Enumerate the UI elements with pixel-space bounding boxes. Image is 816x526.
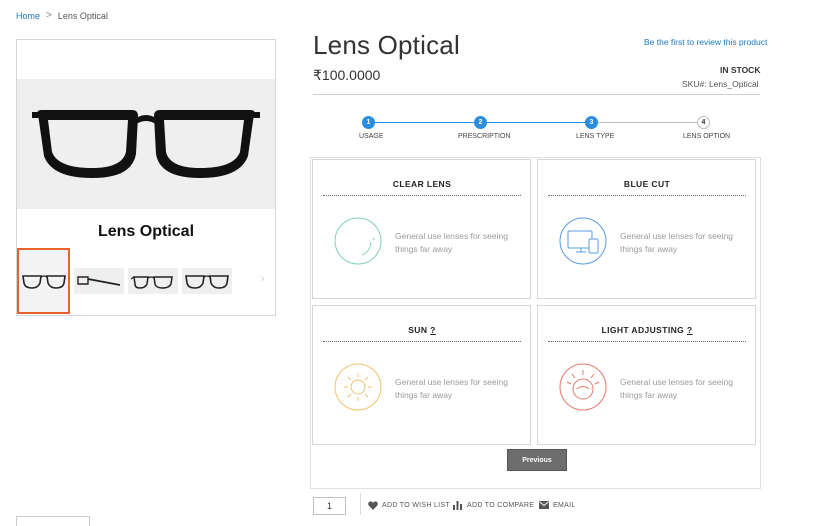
breadcrumb-separator: > <box>46 10 52 21</box>
option-card-sun[interactable]: SUN ? General use lenses for seeing thin… <box>312 305 531 445</box>
bottom-panel-edge <box>16 516 90 526</box>
step-line-remaining <box>592 122 704 123</box>
option-description: General use lenses for seeing things far… <box>620 377 733 400</box>
option-divider <box>323 341 521 342</box>
option-description: General use lenses for seeing things far… <box>395 377 508 400</box>
thumbnail-angle[interactable] <box>128 268 178 294</box>
compare-label: ADD TO COMPARE <box>467 502 535 509</box>
add-to-compare-link[interactable]: ADD TO COMPARE <box>453 501 534 510</box>
lens-progress-steps: 1 2 3 4 USAGE PRESCRIPTION LENS TYPE LEN… <box>313 112 760 147</box>
step-4-dot[interactable]: 4 <box>697 116 710 129</box>
step-3-label: LENS TYPE <box>576 133 615 140</box>
thumbnail-strip <box>17 248 232 314</box>
option-card-blue-cut[interactable]: BLUE CUT General use lenses for seeing t… <box>537 159 756 299</box>
option-divider <box>323 195 521 196</box>
option-description: General use lenses for seeing things far… <box>395 231 508 254</box>
option-title: CLEAR LENS <box>392 179 452 189</box>
wishlist-label: ADD TO WISH LIST <box>382 502 450 509</box>
option-description: General use lenses for seeing things far… <box>620 231 733 254</box>
step-3-dot[interactable]: 3 <box>585 116 598 129</box>
envelope-icon <box>539 501 549 509</box>
compare-chart-icon <box>453 501 462 510</box>
main-product-image[interactable] <box>17 79 275 209</box>
step-1-label: USAGE <box>359 133 384 140</box>
clear-lens-icon <box>334 217 382 265</box>
option-card-light-adjusting[interactable]: LIGHT ADJUSTING ? General use lenses for… <box>537 305 756 445</box>
email-label: EMAIL <box>553 501 576 509</box>
thumbnail-side[interactable] <box>74 268 124 294</box>
quantity-input[interactable]: 1 <box>313 497 346 515</box>
thumbnail-next-arrow-icon[interactable]: › <box>261 273 265 285</box>
add-to-wishlist-link[interactable]: ADD TO WISH LIST <box>368 501 450 510</box>
option-title: SUN ? <box>408 325 436 335</box>
light-adjusting-icon <box>559 363 607 411</box>
previous-button[interactable]: Previous <box>507 449 567 471</box>
stock-status: IN STOCK <box>720 65 761 75</box>
sun-icon <box>334 363 382 411</box>
sun-help-link[interactable]: ? <box>430 325 436 335</box>
step-2-dot[interactable]: 2 <box>474 116 487 129</box>
eyeglasses-image <box>32 110 260 178</box>
step-4-label: LENS OPTION <box>683 133 731 140</box>
product-gallery: Lens Optical › <box>16 39 276 316</box>
actions-divider <box>360 493 361 515</box>
page-title: Lens Optical <box>313 30 460 60</box>
sku-value: Lens_Optical <box>708 79 759 89</box>
sku-label: SKU#: <box>682 79 707 89</box>
eyeglasses-angle-thumb-icon <box>130 276 173 289</box>
gallery-caption: Lens Optical <box>97 223 195 240</box>
step-2-label: PRESCRIPTION <box>458 133 511 140</box>
breadcrumb-home-link[interactable]: Home <box>16 11 40 21</box>
eyeglasses-thumb-icon <box>21 275 66 289</box>
thumbnail-front[interactable] <box>17 248 70 314</box>
lens-options-panel: CLEAR LENS General use lenses for seeing… <box>310 157 761 489</box>
breadcrumb-current: Lens Optical <box>57 10 108 21</box>
option-divider <box>548 195 746 196</box>
eyeglasses-alt-thumb-icon <box>185 275 229 289</box>
option-divider <box>548 341 746 342</box>
option-title: LIGHT ADJUSTING ? <box>601 325 693 335</box>
breadcrumb: Home > Lens Optical <box>16 10 108 21</box>
email-link[interactable]: EMAIL <box>539 501 576 509</box>
option-title: BLUE CUT <box>623 179 671 189</box>
heart-icon <box>368 501 378 510</box>
review-link[interactable]: Be the first to review this product <box>644 37 767 47</box>
eyeglasses-side-thumb-icon <box>77 276 121 286</box>
sku: SKU#: Lens_Optical <box>682 79 759 89</box>
info-divider <box>313 94 760 95</box>
product-price: ₹100.0000 <box>313 67 381 83</box>
step-1-dot[interactable]: 1 <box>362 116 375 129</box>
light-adjusting-help-link[interactable]: ? <box>687 325 693 335</box>
thumbnail-front-alt[interactable] <box>182 268 232 294</box>
option-card-clear-lens[interactable]: CLEAR LENS General use lenses for seeing… <box>312 159 531 299</box>
screen-devices-icon <box>559 217 607 265</box>
